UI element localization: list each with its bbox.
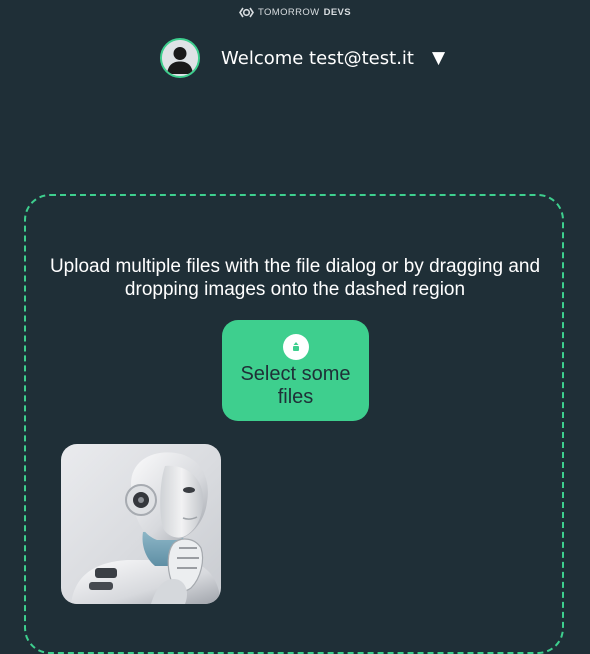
avatar[interactable] (160, 38, 200, 78)
select-files-button[interactable]: Select some files (222, 320, 369, 421)
upload-icon (282, 334, 309, 360)
robot-thumbnail (71, 452, 221, 604)
select-files-label: Select some files (240, 363, 351, 408)
user-avatar-icon (162, 40, 198, 76)
user-menu-dropdown-icon[interactable]: ▼ (432, 49, 445, 67)
brand-name-bold: DEVS (323, 7, 352, 18)
welcome-text: Welcome test@test.it (221, 47, 414, 69)
upload-instructions: Upload multiple files with the file dial… (49, 256, 541, 300)
user-header: Welcome test@test.it ▼ (160, 38, 445, 78)
uploaded-image-thumbnail[interactable] (61, 444, 221, 604)
brand-name-light: TOMORROW (257, 7, 320, 18)
brand-logo-icon (238, 7, 254, 18)
brand-logo: TOMORROW DEVS (0, 7, 590, 18)
